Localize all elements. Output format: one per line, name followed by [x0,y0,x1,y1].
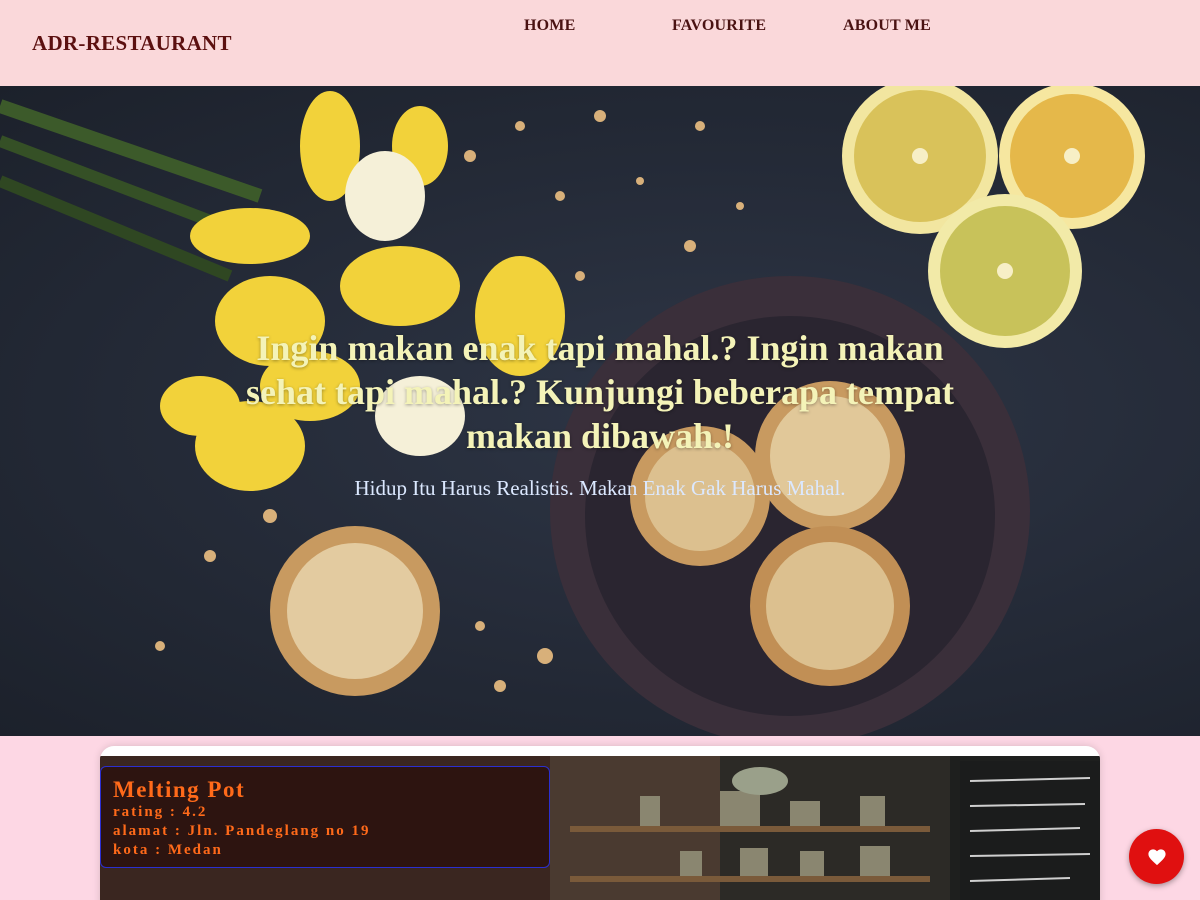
nav-favourite-link[interactable]: FAVOURITE [672,17,766,35]
restaurant-address: alamat : Jln. Pandeglang no 19 [113,823,371,839]
restaurant-rating: rating : 4.2 [113,804,208,820]
hero-text-block: Ingin makan enak tapi mahal.? Ingin maka… [200,326,1000,501]
hero-section: Ingin makan enak tapi mahal.? Ingin maka… [0,86,1200,736]
restaurant-card[interactable]: Melting Pot rating : 4.2 alamat : Jln. P… [100,746,1100,900]
restaurant-city: kota : Medan [113,842,223,858]
restaurant-name[interactable]: Melting Pot [113,777,537,803]
hero-title: Ingin makan enak tapi mahal.? Ingin maka… [245,328,955,456]
nav-home-link[interactable]: HOME [524,17,575,35]
site-header: ADR-RESTAURANT HOME FAVOURITE ABOUT ME [0,0,1200,86]
restaurant-info-panel: Melting Pot rating : 4.2 alamat : Jln. P… [100,766,550,868]
brand-logo-text[interactable]: ADR-RESTAURANT [32,31,232,56]
hero-subtitle: Hidup Itu Harus Realistis. Makan Enak Ga… [354,476,846,500]
heart-icon [1147,848,1166,865]
favorite-button[interactable] [1129,829,1184,884]
nav-about-link[interactable]: ABOUT ME [843,17,931,35]
